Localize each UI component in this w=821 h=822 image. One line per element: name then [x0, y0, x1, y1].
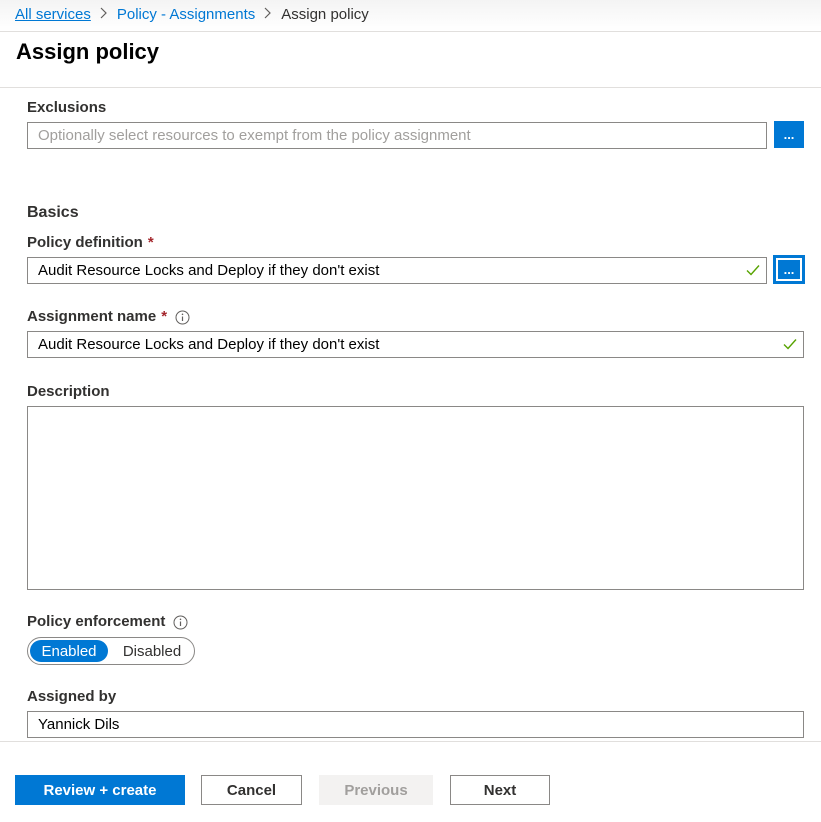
cancel-button[interactable]: Cancel: [201, 775, 302, 805]
policy-definition-value: Audit Resource Locks and Deploy if they …: [38, 262, 380, 279]
chevron-right-icon: [264, 7, 272, 22]
breadcrumb-current: Assign policy: [281, 6, 369, 23]
assigned-by-value: Yannick Dils: [38, 716, 120, 733]
chevron-right-icon: [100, 7, 108, 22]
exclusions-label-text: Exclusions: [27, 99, 107, 116]
assigned-by-field[interactable]: Yannick Dils: [27, 711, 804, 738]
required-indicator: *: [161, 308, 168, 325]
page-title: Assign policy: [16, 39, 160, 64]
policy-definition-label-text: Policy definition: [27, 234, 143, 251]
policy-enforcement-label-text: Policy enforcement: [27, 613, 166, 630]
description-label-text: Description: [27, 383, 110, 400]
breadcrumb: All services Policy - Assignments Assign…: [15, 6, 369, 23]
toggle-option-enabled[interactable]: Enabled: [30, 640, 108, 662]
toggle-option-disabled[interactable]: Disabled: [112, 640, 192, 662]
title-divider: [0, 87, 821, 88]
info-icon[interactable]: [173, 615, 188, 629]
assigned-by-label: Assigned by: [27, 688, 116, 705]
exclusions-label: Exclusions: [27, 99, 106, 116]
assignment-name-field[interactable]: Audit Resource Locks and Deploy if they …: [27, 331, 804, 358]
description-label: Description: [27, 383, 110, 400]
exclusions-placeholder: Optionally select resources to exempt fr…: [38, 127, 471, 144]
breadcrumb-policy-assignments[interactable]: Policy - Assignments: [117, 6, 255, 23]
assignment-name-value: Audit Resource Locks and Deploy if they …: [38, 336, 380, 353]
footer-divider: [0, 741, 821, 742]
assignment-name-label: Assignment name *: [27, 308, 190, 325]
exclusions-field[interactable]: Optionally select resources to exempt fr…: [27, 122, 767, 149]
exclusions-browse-button[interactable]: ...: [774, 121, 804, 148]
assignment-name-label-text: Assignment name: [27, 308, 157, 325]
breadcrumb-bar: All services Policy - Assignments Assign…: [0, 0, 821, 32]
review-create-button[interactable]: Review + create: [15, 775, 185, 805]
info-icon[interactable]: [175, 310, 190, 324]
next-button[interactable]: Next: [450, 775, 550, 805]
breadcrumb-all-services[interactable]: All services: [15, 6, 91, 23]
policy-definition-field[interactable]: Audit Resource Locks and Deploy if they …: [27, 257, 767, 284]
description-textarea[interactable]: [27, 406, 804, 590]
required-indicator: *: [147, 234, 154, 251]
checkmark-icon: [783, 337, 797, 351]
assigned-by-label-text: Assigned by: [27, 688, 117, 705]
previous-button[interactable]: Previous: [319, 775, 433, 805]
policy-enforcement-toggle[interactable]: Enabled Disabled: [27, 637, 195, 665]
checkmark-icon: [746, 263, 760, 277]
policy-definition-browse-button[interactable]: ...: [774, 256, 804, 283]
basics-section-title: Basics: [27, 204, 79, 221]
policy-enforcement-label: Policy enforcement: [27, 613, 188, 630]
policy-definition-label: Policy definition *: [27, 234, 154, 251]
